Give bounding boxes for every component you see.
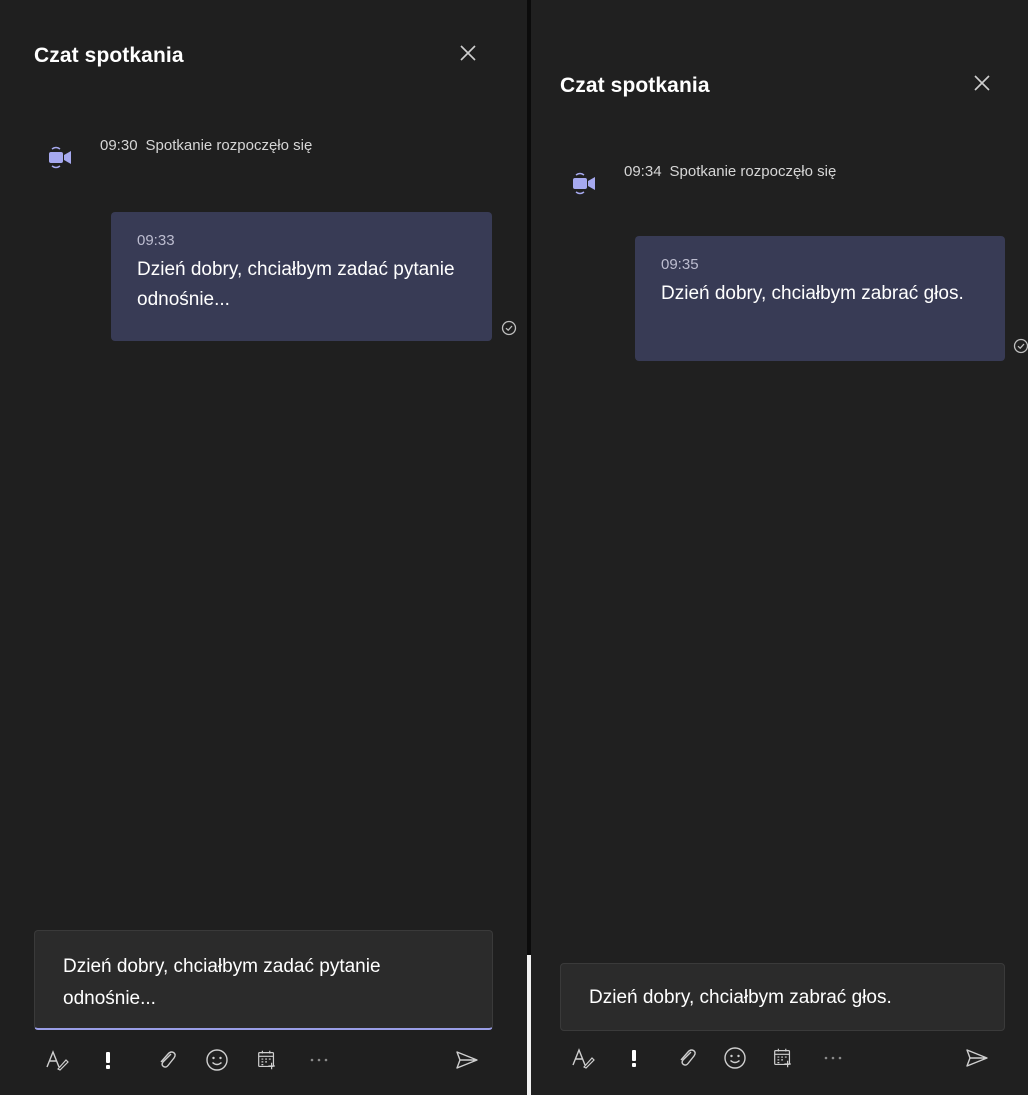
event-time: 09:34 [624,163,662,180]
event-time: 09:30 [100,137,138,154]
compose-toolbar [560,1040,1005,1076]
more-icon[interactable] [818,1040,848,1076]
seen-check-icon [501,320,517,336]
meeting-started-event: 09:30 Spotkanie rozpoczęło się [48,136,370,170]
close-icon[interactable] [969,70,995,96]
close-icon[interactable] [455,40,481,66]
message-text: Dzień dobry, chciałbym zabrać głos. [661,283,964,304]
schedule-icon[interactable] [768,1040,798,1076]
emoji-icon[interactable] [202,1042,232,1078]
important-icon[interactable] [98,1042,118,1078]
send-icon[interactable] [962,1040,992,1076]
message-time: 09:33 [137,232,175,249]
message-input-value: Dzień dobry, chciałbym zadać pytanie odn… [63,956,381,1009]
event-text: Spotkanie rozpoczęło się [145,137,313,154]
message-input[interactable]: Dzień dobry, chciałbym zabrać głos. [560,963,1005,1031]
format-icon[interactable] [42,1042,72,1078]
message-bubble[interactable]: 09:35 Dzień dobry, chciałbym zabrać głos… [635,236,1005,361]
important-icon[interactable] [624,1040,644,1076]
message-bubble[interactable]: 09:33 Dzień dobry, chciałbym zadać pytan… [111,212,492,341]
message-input-value: Dzień dobry, chciałbym zabrać głos. [589,987,892,1008]
chat-panel-left: Czat spotkania 09:30 Spotkanie rozpoczęło… [0,0,528,1095]
compose-toolbar [34,1042,493,1078]
message-input[interactable]: Dzień dobry, chciałbym zadać pytanie odn… [34,930,493,1030]
attach-icon[interactable] [674,1040,700,1076]
video-camera-icon [48,144,74,170]
format-icon[interactable] [568,1040,598,1076]
event-text: Spotkanie rozpoczęło się [669,163,837,180]
message-time: 09:35 [661,256,699,273]
panel-title: Czat spotkania [34,44,184,67]
message-text: Dzień dobry, chciałbym zadać pytanie odn… [137,259,455,310]
send-icon[interactable] [452,1042,482,1078]
panel-title: Czat spotkania [560,74,710,97]
more-icon[interactable] [304,1042,334,1078]
meeting-started-event: 09:34 Spotkanie rozpoczęło się [572,162,894,196]
schedule-icon[interactable] [252,1042,282,1078]
attach-icon[interactable] [154,1042,180,1078]
chat-panel-right: Czat spotkania 09:34 Spotkanie rozpoczęło… [531,0,1028,1095]
emoji-icon[interactable] [720,1040,750,1076]
seen-check-icon [1013,338,1028,354]
video-camera-icon [572,170,598,196]
